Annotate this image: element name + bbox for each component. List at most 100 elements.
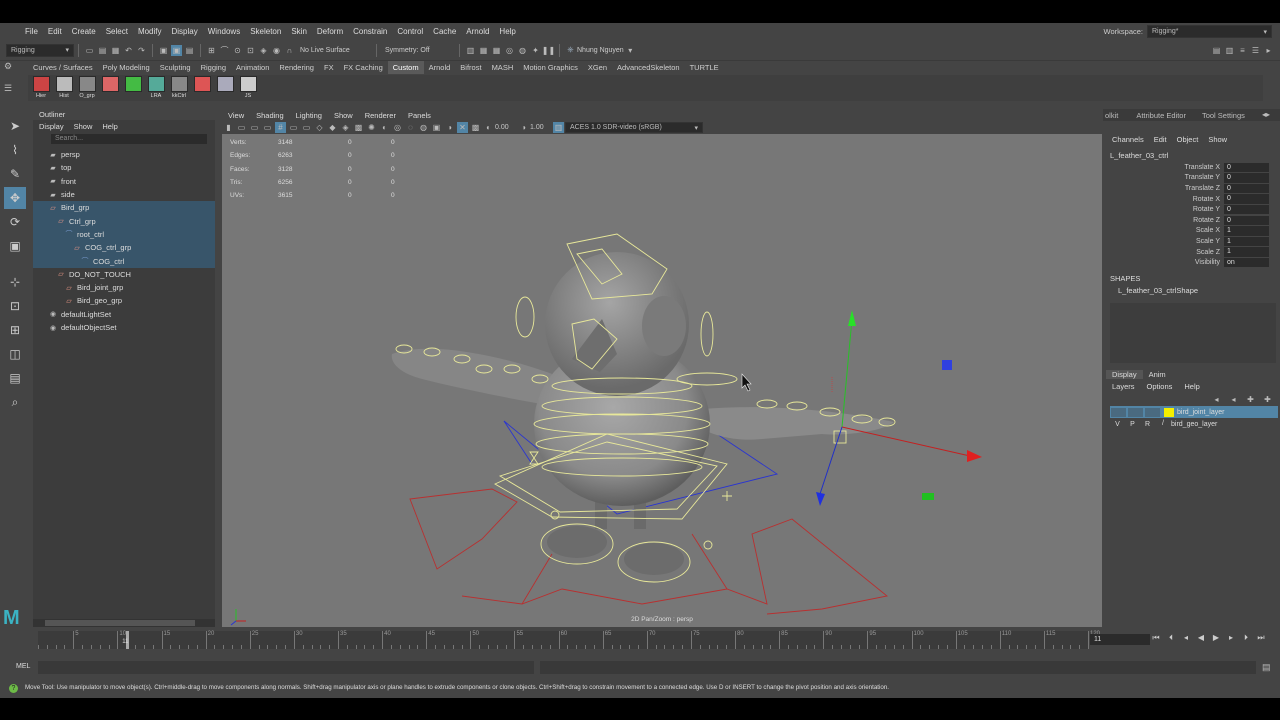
motion-blur-icon[interactable]: ◌ <box>405 122 416 133</box>
attr-scale-z[interactable]: Scale Z 1 <box>1106 247 1280 258</box>
move-layer-down-icon[interactable]: ◂ <box>1228 394 1239 405</box>
go-to-end-icon[interactable]: ⏭ <box>1255 632 1267 644</box>
attr-value-field[interactable]: 0 <box>1224 173 1269 183</box>
shelf-button-hist[interactable]: Hist <box>54 76 74 100</box>
menu-edit[interactable]: Edit <box>43 27 67 36</box>
user-icon[interactable]: ⎈ <box>565 45 576 56</box>
layer-tab-display[interactable]: Display <box>1106 369 1143 379</box>
shelf-tab-rendering[interactable]: Rendering <box>274 61 319 74</box>
redo-icon[interactable]: ↷ <box>136 45 147 56</box>
shelf-button-4[interactable] <box>123 76 143 100</box>
panel-scroll-arrows-icon[interactable]: ◂▸ <box>1262 110 1270 119</box>
render-settings-icon[interactable]: ◎ <box>504 45 515 56</box>
channel-menu-object[interactable]: Object <box>1177 135 1199 144</box>
layer-v-toggle[interactable]: V <box>1110 421 1125 428</box>
live-surface-icon[interactable]: ∩ <box>284 45 295 56</box>
live-surface-label[interactable]: No Live Surface <box>300 47 372 54</box>
shelf-button-3[interactable] <box>100 76 120 100</box>
outliner-item-cog-ctrl-grp[interactable]: ▱ COG_ctrl_grp <box>33 241 215 255</box>
select-hierarchy-icon[interactable]: ▣ <box>158 45 169 56</box>
menu-windows[interactable]: Windows <box>203 27 245 36</box>
attr-rotate-x[interactable]: Rotate X 0 <box>1106 194 1280 205</box>
menu-display[interactable]: Display <box>167 27 203 36</box>
viewport-menu-lighting[interactable]: Lighting <box>290 111 328 120</box>
step-forward-frame-icon[interactable]: ▸ <box>1225 632 1237 644</box>
resolution-gate-icon[interactable]: ▭ <box>301 122 312 133</box>
wireframe-icon[interactable]: ◇ <box>314 122 325 133</box>
step-back-frame-icon[interactable]: ◂ <box>1180 632 1192 644</box>
outliner-layout-icon[interactable]: ▤ <box>4 367 26 389</box>
step-back-key-icon[interactable]: ⏴ <box>1165 632 1177 644</box>
viewport-persp[interactable]: Verts: 3148 0 0 Edges: 6263 0 0 Faces: 3128 0 0 Tris… <box>222 134 1102 627</box>
snap-point-icon[interactable]: ⊙ <box>232 45 243 56</box>
four-view-layout-icon[interactable]: ⊞ <box>4 319 26 341</box>
selected-object-name[interactable]: L_feather_03_ctrl <box>1106 151 1280 161</box>
outliner-item-front[interactable]: ▰ front <box>33 175 215 188</box>
color-management-icon[interactable]: ▥ <box>553 122 564 133</box>
open-scene-icon[interactable]: ▤ <box>97 45 108 56</box>
viewport-menu-renderer[interactable]: Renderer <box>359 111 402 120</box>
layer-row-bird-geo-layer[interactable]: V P R / bird_geo_layer <box>1110 418 1278 430</box>
attr-value-field[interactable]: 0 <box>1224 204 1269 215</box>
right-tab-tool-settings[interactable]: Tool Settings <box>1194 111 1253 120</box>
shelf-tab-mash[interactable]: MASH <box>487 61 519 74</box>
attr-value-field[interactable]: on <box>1224 257 1269 268</box>
lights-icon[interactable]: ✺ <box>366 122 377 133</box>
attr-value-field[interactable]: 0 <box>1224 215 1269 226</box>
layer-tab-anim[interactable]: Anim <box>1143 370 1172 379</box>
attr-translate-x[interactable]: Translate X 0 <box>1106 162 1280 173</box>
ambient-occlusion-icon[interactable]: ◎ <box>392 122 403 133</box>
attr-value-field[interactable]: 1 <box>1224 236 1269 247</box>
shelf-tab-fx-caching[interactable]: FX Caching <box>339 61 388 74</box>
undo-icon[interactable]: ↶ <box>123 45 134 56</box>
shelf-tab-motion-graphics[interactable]: Motion Graphics <box>518 61 583 74</box>
isolate-select-icon[interactable]: ▣ <box>431 122 442 133</box>
right-tab-attribute-editor[interactable]: Attribute Editor <box>1128 111 1194 120</box>
symmetry-label[interactable]: Symmetry: Off <box>385 47 455 54</box>
gamma-icon[interactable]: ◑ <box>518 122 529 133</box>
menu-deform[interactable]: Deform <box>312 27 348 36</box>
attr-value-field[interactable]: 0 <box>1224 183 1269 194</box>
workspace-dropdown[interactable]: Rigging* ▾ <box>1147 25 1272 38</box>
channel-box-icon[interactable]: ☰ <box>1250 45 1261 56</box>
menu-control[interactable]: Control <box>392 27 428 36</box>
attribute-editor-icon[interactable]: ▥ <box>1224 45 1235 56</box>
layer-name[interactable]: bird_joint_layer <box>1177 409 1224 416</box>
bookmark-icon[interactable]: ▭ <box>249 122 260 133</box>
shelf-button-o_grp[interactable]: O_grp <box>77 76 97 100</box>
color-space-dropdown[interactable]: ACES 1.0 SDR-video (sRGB) ▾ <box>565 122 703 133</box>
shelf-tab-sculpting[interactable]: Sculpting <box>155 61 196 74</box>
layer-row-bird-joint-layer[interactable]: bird_joint_layer <box>1110 406 1278 418</box>
go-to-start-icon[interactable]: ⏮ <box>1150 632 1162 644</box>
select-component-icon[interactable]: ▤ <box>184 45 195 56</box>
layer-color-swatch[interactable]: / <box>1158 420 1168 429</box>
right-tab-olkit[interactable]: olkit <box>1103 111 1128 120</box>
xray-joints-icon[interactable]: ✕ <box>457 122 468 133</box>
chevron-down-icon[interactable]: ▾ <box>625 45 636 56</box>
outliner-item-ctrl-grp[interactable]: ▱ Ctrl_grp <box>33 214 215 228</box>
script-editor-icon[interactable]: ▤ <box>1262 662 1271 673</box>
pause-icon[interactable]: ❚❚ <box>542 45 555 56</box>
xray-icon[interactable]: ◑ <box>444 122 455 133</box>
attr-value-field[interactable]: 1 <box>1224 247 1269 257</box>
shelf-tab-xgen[interactable]: XGen <box>583 61 612 74</box>
snap-curve-icon[interactable]: ⌒ <box>219 45 230 56</box>
anti-aliasing-icon[interactable]: ◍ <box>418 122 429 133</box>
layer-name[interactable]: bird_geo_layer <box>1171 421 1217 428</box>
expand-icon[interactable]: ▸ <box>1263 45 1274 56</box>
menu-constrain[interactable]: Constrain <box>348 27 392 36</box>
menu-help[interactable]: Help <box>494 27 520 36</box>
new-layer-icon[interactable]: ✚ <box>1245 394 1256 405</box>
tool-settings-icon[interactable]: ≡ <box>1237 45 1248 56</box>
shelf-tab-advancedskeleton[interactable]: AdvancedSkeleton <box>612 61 685 74</box>
shelf-menu-icon[interactable]: ☰ <box>4 83 12 94</box>
move-manipulator[interactable] <box>816 310 982 506</box>
snap-surface-icon[interactable]: ◈ <box>258 45 269 56</box>
menu-create[interactable]: Create <box>67 27 101 36</box>
outliner-item-persp[interactable]: ▰ persp <box>33 148 215 161</box>
channel-menu-channels[interactable]: Channels <box>1112 135 1144 144</box>
command-input[interactable] <box>38 661 534 674</box>
viewport-menu-shading[interactable]: Shading <box>250 111 290 120</box>
attr-value-field[interactable]: 0 <box>1224 194 1269 204</box>
shelf-button-js[interactable]: JS <box>238 76 258 100</box>
